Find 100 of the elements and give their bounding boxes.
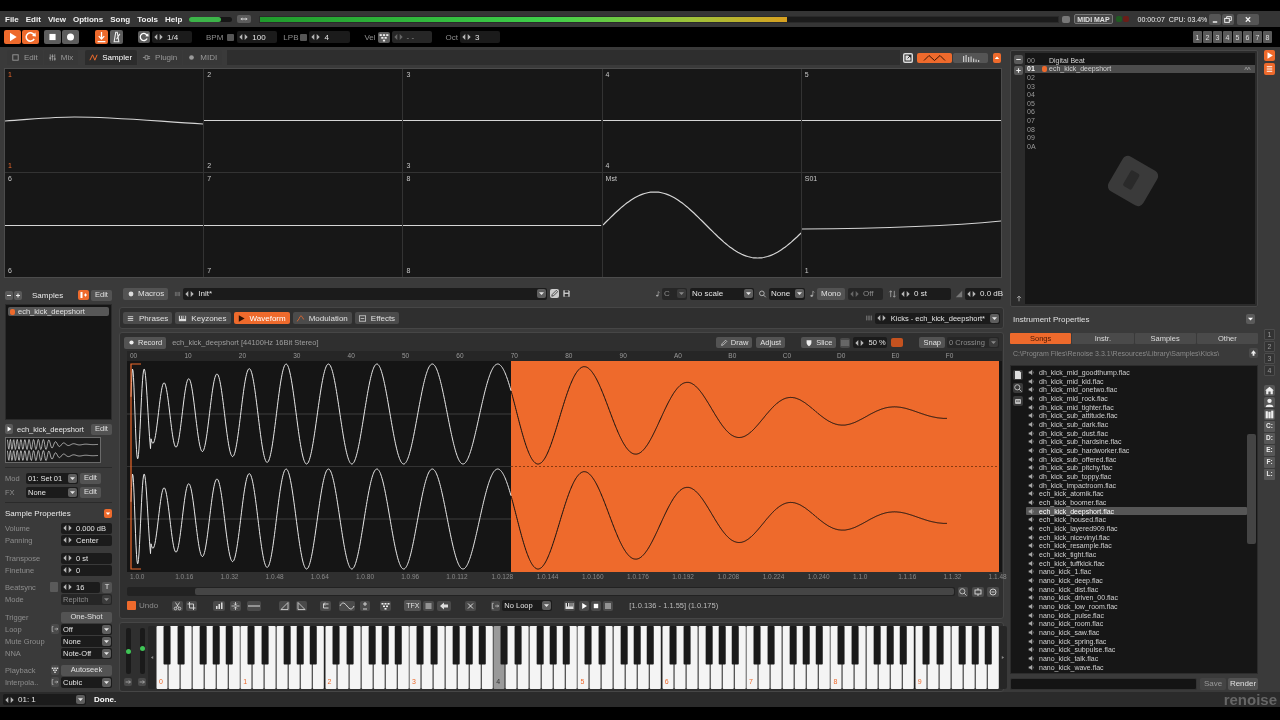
piano-keys[interactable] (746, 625, 831, 689)
minimize-icon[interactable] (1209, 13, 1222, 25)
zoom-in-icon[interactable] (958, 586, 968, 597)
page-icon[interactable] (1013, 370, 1023, 380)
arrows-icon[interactable] (237, 15, 252, 23)
spin-arrows-icon[interactable] (5, 696, 14, 703)
plus-icon[interactable] (14, 290, 22, 300)
books-icon[interactable] (1264, 409, 1275, 420)
mono-button[interactable]: Mono (817, 287, 845, 300)
metronome-icon[interactable] (110, 30, 123, 44)
spin-arrows-icon[interactable] (154, 34, 163, 40)
caret-icon[interactable] (537, 289, 547, 298)
bracket-icon[interactable] (491, 600, 501, 611)
caret-icon[interactable] (102, 624, 111, 634)
arrow-up-icon[interactable] (1014, 294, 1023, 303)
arrow-left-icon[interactable] (437, 600, 452, 611)
bracket-icon[interactable] (51, 677, 59, 687)
caret-icon[interactable] (68, 473, 77, 483)
list-icon[interactable] (423, 600, 435, 611)
checkbox[interactable] (127, 601, 136, 610)
caret-icon[interactable] (68, 487, 77, 497)
spin-arrows-icon[interactable] (63, 555, 72, 561)
floppy-icon[interactable] (562, 289, 572, 298)
menu-item[interactable]: Song (110, 14, 131, 24)
caret-up-icon[interactable] (993, 52, 1001, 63)
arrow-right-icon[interactable] (124, 678, 132, 686)
scale-dropdown[interactable]: No scale (690, 287, 754, 300)
spin-arrows-icon[interactable] (63, 525, 72, 531)
caret-icon[interactable] (76, 695, 85, 704)
caret-icon[interactable] (990, 313, 999, 323)
grid-icon[interactable] (380, 600, 392, 611)
waveform-view[interactable] (127, 361, 1002, 572)
zoom-fit-icon[interactable] (972, 586, 984, 597)
piano-keys[interactable] (493, 625, 578, 689)
magnifier-icon[interactable] (758, 288, 767, 299)
piano-keys[interactable] (156, 625, 241, 689)
caret-icon[interactable] (1246, 314, 1255, 324)
restore-icon[interactable] (1222, 13, 1235, 25)
filename-field[interactable] (1010, 678, 1197, 690)
bracket-icon[interactable] (51, 624, 59, 634)
compress-icon[interactable] (230, 600, 242, 611)
add-icon[interactable] (78, 290, 89, 300)
waveform-icon[interactable] (917, 52, 952, 63)
transpose-field[interactable]: 0 st (899, 287, 951, 300)
search-icon[interactable] (1013, 383, 1023, 393)
tab[interactable]: Keyzones (175, 312, 231, 324)
tab[interactable]: Phrases (123, 312, 173, 324)
caret-icon[interactable] (104, 508, 112, 518)
tab[interactable]: Sampler (85, 50, 138, 65)
bars-icon[interactable] (213, 600, 226, 611)
fade-out-icon[interactable] (296, 600, 308, 611)
menu-item[interactable]: File (5, 14, 19, 24)
note-icon[interactable] (654, 288, 661, 299)
play-icon[interactable] (5, 424, 13, 434)
checkbox[interactable] (300, 33, 308, 41)
spin-arrows-icon[interactable] (876, 315, 886, 321)
slider-knob[interactable] (139, 646, 145, 652)
plus-minus-icon[interactable] (360, 600, 371, 611)
spin-arrows-icon[interactable] (462, 34, 472, 40)
list-icon[interactable] (603, 600, 614, 611)
menu-item[interactable]: Help (164, 14, 183, 24)
stop-icon[interactable] (591, 600, 602, 611)
block-length-field[interactable]: 1/4 (152, 31, 192, 43)
pencil-icon[interactable] (550, 289, 560, 298)
cross-icon[interactable] (465, 600, 477, 611)
grid-icon[interactable] (51, 665, 59, 675)
render-button[interactable]: Render (1228, 678, 1258, 690)
checkbox[interactable] (50, 582, 58, 592)
vertical-slider[interactable] (139, 628, 145, 674)
plus-icon[interactable] (1014, 66, 1023, 75)
minus-icon[interactable] (5, 290, 13, 300)
close-icon[interactable] (1237, 13, 1260, 25)
record-icon[interactable] (62, 30, 79, 44)
piano-keys[interactable] (577, 625, 662, 689)
piano-keys[interactable] (830, 625, 915, 689)
piano-keys[interactable] (240, 625, 325, 689)
bpm-field[interactable]: 100 (237, 31, 278, 43)
zoom-out-icon[interactable] (987, 586, 999, 597)
spin-arrows-icon[interactable] (185, 290, 195, 297)
tab[interactable]: Modulation (292, 312, 352, 324)
spin-arrows-icon[interactable] (239, 34, 249, 40)
spin-arrows-icon[interactable] (901, 290, 910, 297)
menu-item[interactable]: View (47, 14, 66, 24)
spin-arrows-icon[interactable] (63, 567, 72, 573)
face-icon[interactable] (1013, 396, 1023, 406)
wave-icon[interactable] (339, 600, 356, 611)
macros-button[interactable]: Macros (123, 287, 169, 300)
transpose-icon[interactable] (888, 288, 897, 299)
caret-icon[interactable] (102, 677, 111, 687)
play-icon[interactable] (579, 600, 590, 611)
slider-fill[interactable] (189, 16, 222, 22)
lpb-field[interactable]: 4 (309, 31, 351, 43)
spin-arrows-icon[interactable] (63, 537, 72, 543)
follow-icon[interactable] (95, 30, 108, 44)
spin-arrows-icon[interactable] (855, 339, 865, 346)
spin-arrows-icon[interactable] (967, 290, 976, 297)
menu-item[interactable]: Edit (25, 14, 41, 24)
checkbox[interactable] (227, 33, 235, 41)
home-icon[interactable] (1264, 385, 1275, 396)
scrollbar-thumb[interactable] (1247, 434, 1256, 544)
